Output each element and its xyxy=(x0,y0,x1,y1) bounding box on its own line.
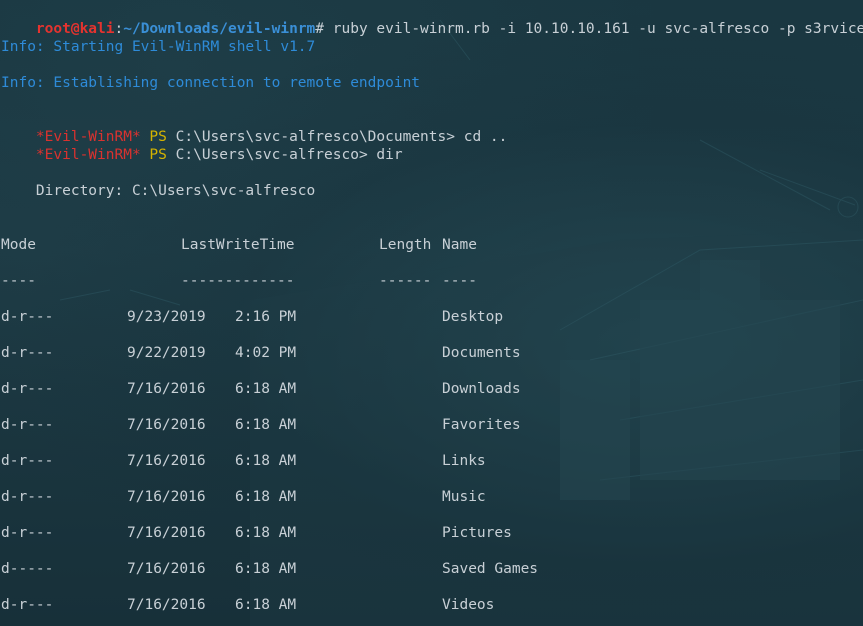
row-time: 4:02 PM xyxy=(235,345,297,361)
table-row: d-r--- 7/16/2016 6:18 AM Favorites xyxy=(1,416,861,434)
row-date: 7/16/2016 xyxy=(127,381,206,397)
row-name: Pictures xyxy=(442,525,512,541)
ps-line-dir: *Evil-WinRM* PS C:\Users\svc-alfresco> d… xyxy=(1,128,403,163)
divider-length: ------ xyxy=(379,273,432,289)
shell-prompt-line: root@kali:~/Downloads/evil-winrm# ruby e… xyxy=(1,2,863,37)
row-date: 7/16/2016 xyxy=(127,597,206,613)
header-mode: Mode xyxy=(1,237,36,253)
ps-command: cd .. xyxy=(454,129,508,145)
divider-last-write-time: ------------- xyxy=(181,273,295,289)
row-mode: d-r--- xyxy=(1,453,54,469)
row-mode: d-r--- xyxy=(1,489,54,505)
ps-path: C:\Users\svc-alfresco> xyxy=(175,147,368,163)
directory-heading: Directory: C:\Users\svc-alfresco xyxy=(1,183,316,199)
table-row: d-r--- 7/16/2016 6:18 AM Downloads xyxy=(1,380,861,398)
info-line-connecting: Info: Establishing connection to remote … xyxy=(1,75,421,91)
row-date: 9/23/2019 xyxy=(127,309,206,325)
row-time: 6:18 AM xyxy=(235,489,297,505)
info-line-starting: Info: Starting Evil-WinRM shell v1.7 xyxy=(1,39,316,55)
row-mode: d----- xyxy=(1,561,54,577)
table-row: d-r--- 7/16/2016 6:18 AM Videos xyxy=(1,596,861,614)
row-name: Videos xyxy=(442,597,495,613)
prompt-user-host: root@kali xyxy=(35,21,115,37)
row-name: Desktop xyxy=(442,309,504,325)
table-row: d-r--- 7/16/2016 6:18 AM Pictures xyxy=(1,524,861,542)
table-row: d-r--- 7/16/2016 6:18 AM Links xyxy=(1,452,861,470)
prompt-cwd: ~/Downloads/evil-winrm xyxy=(123,21,316,37)
table-row: d-r--- 9/22/2019 4:02 PM Documents xyxy=(1,344,861,362)
prompt-separator: : xyxy=(114,21,124,37)
ps-label: PS xyxy=(149,147,167,163)
row-time: 6:18 AM xyxy=(235,597,297,613)
row-time: 6:18 AM xyxy=(235,381,297,397)
row-name: Saved Games xyxy=(442,561,539,577)
table-row: d----- 7/16/2016 6:18 AM Saved Games xyxy=(1,560,861,578)
ps-command: dir xyxy=(367,147,403,163)
row-mode: d-r--- xyxy=(1,309,54,325)
row-mode: d-r--- xyxy=(1,525,54,541)
divider-name: ---- xyxy=(442,273,477,289)
row-time: 6:18 AM xyxy=(235,417,297,433)
row-mode: d-r--- xyxy=(1,417,54,433)
evil-winrm-tag: *Evil-WinRM* xyxy=(35,147,141,163)
row-date: 7/16/2016 xyxy=(127,525,206,541)
row-date: 7/16/2016 xyxy=(127,489,206,505)
header-last-write-time: LastWriteTime xyxy=(181,237,295,253)
row-time: 6:18 AM xyxy=(235,561,297,577)
row-date: 7/16/2016 xyxy=(127,417,206,433)
prompt-command: ruby evil-winrm.rb -i 10.10.10.161 -u sv… xyxy=(324,21,863,37)
table-row: d-r--- 7/16/2016 6:18 AM Music xyxy=(1,488,861,506)
row-time: 2:16 PM xyxy=(235,309,297,325)
row-date: 7/16/2016 xyxy=(127,453,206,469)
prompt-symbol: # xyxy=(315,21,325,37)
row-time: 6:18 AM xyxy=(235,525,297,541)
row-mode: d-r--- xyxy=(1,381,54,397)
row-date: 7/16/2016 xyxy=(127,561,206,577)
row-mode: d-r--- xyxy=(1,345,54,361)
row-mode: d-r--- xyxy=(1,597,54,613)
row-time: 6:18 AM xyxy=(235,453,297,469)
header-name: Name xyxy=(442,237,477,253)
table-divider: ---- ------------- ------ ---- xyxy=(1,272,861,290)
table-row: d-r--- 9/23/2019 2:16 PM Desktop xyxy=(1,308,861,326)
row-name: Downloads xyxy=(442,381,521,397)
divider-mode: ---- xyxy=(1,273,36,289)
ps-line-cd: *Evil-WinRM* PS C:\Users\svc-alfresco\Do… xyxy=(1,110,507,145)
row-name: Links xyxy=(442,453,486,469)
row-name: Favorites xyxy=(442,417,521,433)
row-date: 9/22/2019 xyxy=(127,345,206,361)
row-name: Music xyxy=(442,489,486,505)
terminal-window[interactable]: root@kali:~/Downloads/evil-winrm# ruby e… xyxy=(0,0,863,626)
row-name: Documents xyxy=(442,345,521,361)
table-header: Mode LastWriteTime Length Name xyxy=(1,236,861,254)
header-length: Length xyxy=(379,237,432,253)
